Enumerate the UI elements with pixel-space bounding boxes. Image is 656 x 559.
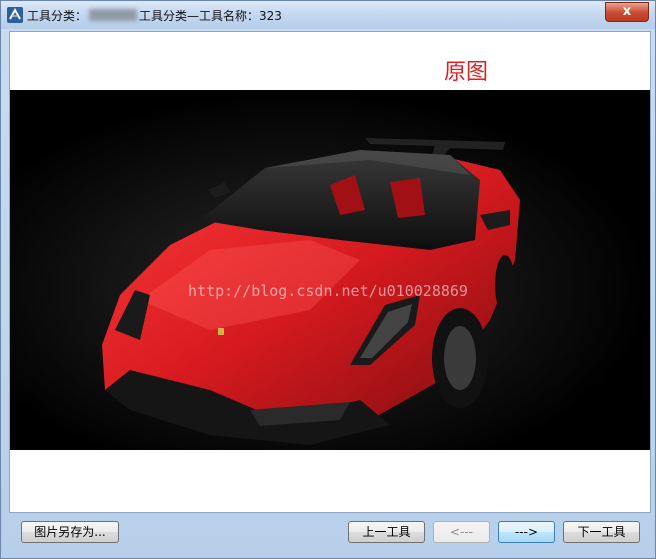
window-title-prefix: 工具分类： [27, 9, 88, 23]
content-area: 原图 http://blog.csdn.net/u010028869 [9, 31, 651, 513]
window-title-suffix: 工具分类—工具名称：323 [139, 9, 282, 23]
watermark-text: http://blog.csdn.net/u010028869 [188, 282, 468, 300]
car-image [10, 90, 650, 450]
next-image-button[interactable]: ---> [498, 521, 555, 543]
close-icon: x [622, 4, 632, 19]
window-title: 工具分类： 工具分类—工具名称：323 [27, 7, 282, 24]
previous-image-button[interactable]: <--- [433, 521, 490, 543]
image-caption: 原图 [444, 60, 489, 85]
close-button[interactable]: x [605, 2, 649, 22]
previous-tool-button[interactable]: 上一工具 [348, 521, 425, 543]
save-image-as-button[interactable]: 图片另存为... [21, 521, 119, 543]
next-tool-button[interactable]: 下一工具 [563, 521, 640, 543]
image-viewer-window: 工具分类： 工具分类—工具名称：323 x 原图 http://blog.csd… [0, 0, 656, 559]
app-icon [7, 7, 23, 23]
car-photo: http://blog.csdn.net/u010028869 [10, 90, 650, 450]
redacted-category [89, 9, 138, 21]
title-bar[interactable]: 工具分类： 工具分类—工具名称：323 x [1, 1, 655, 29]
